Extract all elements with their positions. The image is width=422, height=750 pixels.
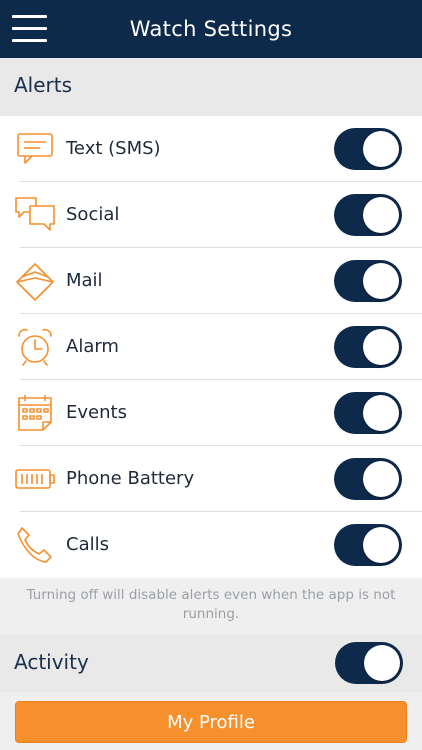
social-toggle[interactable] bbox=[334, 194, 402, 236]
alert-label: Social bbox=[66, 204, 120, 225]
top-bar: Watch Settings bbox=[0, 0, 422, 58]
alerts-list: Text (SMS) Social Mail Alarm Events Phon… bbox=[0, 116, 422, 578]
calendar-icon bbox=[14, 392, 56, 434]
alerts-section-title: Alerts bbox=[14, 73, 73, 97]
chat-bubbles-icon bbox=[14, 194, 56, 236]
alert-row-mail: Mail bbox=[0, 248, 422, 314]
activity-section-header: Activity bbox=[0, 634, 422, 692]
activity-toggle[interactable] bbox=[335, 642, 403, 684]
alert-label: Mail bbox=[66, 270, 103, 291]
alert-row-phone-battery: Phone Battery bbox=[0, 446, 422, 512]
activity-section-title: Activity bbox=[14, 650, 89, 674]
text-sms-toggle[interactable] bbox=[334, 128, 402, 170]
alerts-section-header: Alerts bbox=[0, 58, 422, 116]
alerts-footnote: Turning off will disable alerts even whe… bbox=[26, 587, 396, 622]
message-icon bbox=[14, 128, 56, 170]
alert-row-events: Events bbox=[0, 380, 422, 446]
alarm-toggle[interactable] bbox=[334, 326, 402, 368]
alert-row-calls: Calls bbox=[0, 512, 422, 578]
alarm-clock-icon bbox=[14, 326, 56, 368]
alert-label: Calls bbox=[66, 534, 109, 555]
battery-icon bbox=[14, 458, 56, 500]
alert-label: Text (SMS) bbox=[66, 138, 161, 159]
alert-row-text-sms: Text (SMS) bbox=[0, 116, 422, 182]
page-title: Watch Settings bbox=[129, 17, 293, 41]
alert-label: Phone Battery bbox=[66, 468, 195, 489]
alert-row-alarm: Alarm bbox=[0, 314, 422, 380]
phone-icon bbox=[14, 524, 56, 566]
alert-label: Events bbox=[66, 402, 127, 423]
phone-battery-toggle[interactable] bbox=[334, 458, 402, 500]
my-profile-button[interactable]: My Profile bbox=[15, 701, 407, 743]
envelope-icon bbox=[14, 260, 56, 302]
events-toggle[interactable] bbox=[334, 392, 402, 434]
alert-label: Alarm bbox=[66, 336, 119, 357]
calls-toggle[interactable] bbox=[334, 524, 402, 566]
alert-row-social: Social bbox=[0, 182, 422, 248]
mail-toggle[interactable] bbox=[334, 260, 402, 302]
